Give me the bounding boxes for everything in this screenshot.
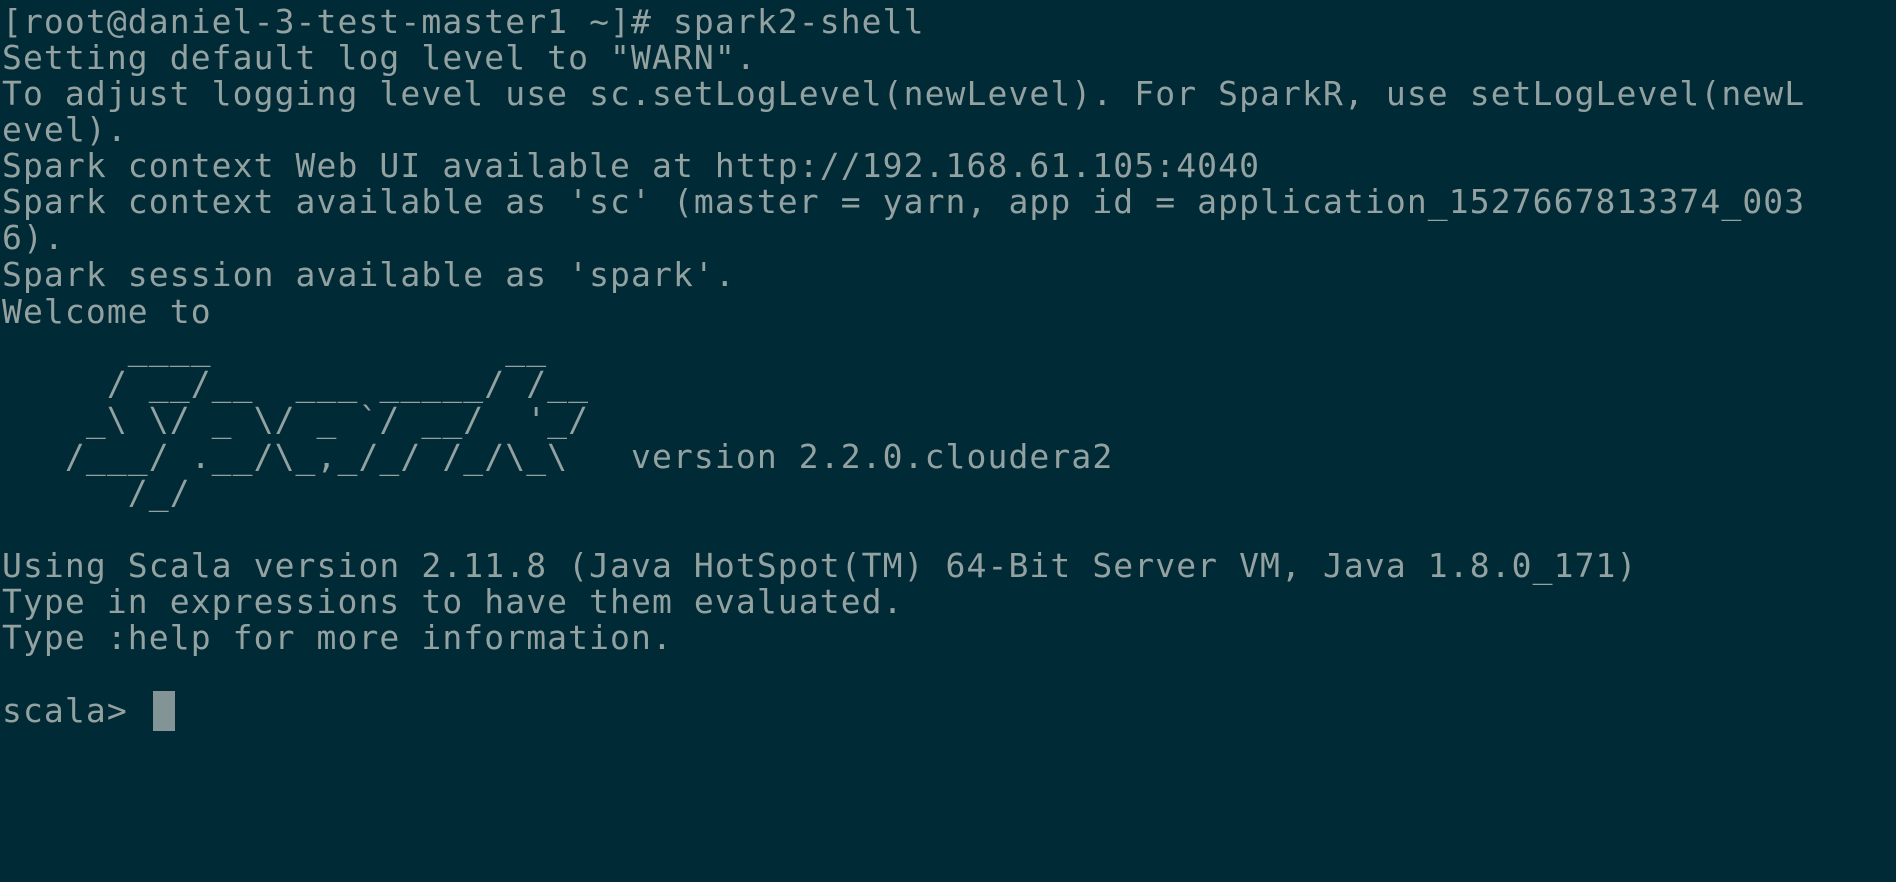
- scala-prompt: scala>: [2, 691, 149, 730]
- terminal-line-output: To adjust logging level use sc.setLogLev…: [2, 74, 1806, 113]
- text-cursor: [152, 691, 175, 731]
- spark-logo-ascii: /_/: [2, 473, 191, 512]
- terminal-line-output: Spark context available as 'sc' (master …: [2, 182, 1806, 221]
- scala-prompt-line[interactable]: scala>: [2, 689, 175, 733]
- terminal-line-output: Type :help for more information.: [2, 618, 673, 657]
- terminal-window[interactable]: [root@daniel-3-test-master1 ~]# spark2-s…: [0, 0, 1896, 882]
